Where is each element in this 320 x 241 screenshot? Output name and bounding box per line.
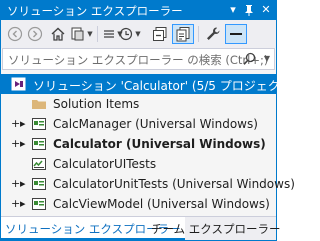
collapse-all-icon <box>153 27 167 41</box>
collapse-all-button[interactable] <box>150 24 170 44</box>
project-icon <box>32 138 46 150</box>
close-icon[interactable]: ✕ <box>258 2 274 18</box>
properties-button[interactable] <box>203 24 223 44</box>
home-button[interactable] <box>48 24 68 44</box>
tree-item-label: CalcViewModel (Universal Windows) <box>53 197 270 211</box>
preview-selected-item-button[interactable] <box>225 24 247 44</box>
tree-item-calculator[interactable]: + ▸ Calculator (Universal Windows) <box>1 134 276 154</box>
title-bar: ソリューション エクスプローラー ▾ ✕ <box>1 1 276 20</box>
switch-views-icon <box>71 27 84 41</box>
bottom-tab-strip: ソリューション エクスプローラー チーム エクスプローラー <box>1 216 280 240</box>
toolbar-separator <box>97 26 98 42</box>
window-position-dropdown-icon[interactable]: ▾ <box>225 2 241 18</box>
expand-arrow-icon[interactable]: ▸ <box>20 117 30 130</box>
history-button[interactable]: ▼ <box>118 24 142 44</box>
test-project-icon <box>32 158 46 170</box>
pin-icon[interactable] <box>241 2 257 18</box>
search-input[interactable]: ソリューション エクスプローラー の検索 (Ctrl+;) ▼ <box>2 48 275 70</box>
preview-selected-item-icon <box>230 33 242 35</box>
home-icon <box>51 27 65 41</box>
tree-item-label: CalculatorUnitTests (Universal Windows) <box>53 177 295 191</box>
search-icon <box>243 52 256 65</box>
chevron-down-icon: ▼ <box>87 30 93 38</box>
project-icon <box>32 178 46 190</box>
properties-wrench-icon <box>207 27 220 40</box>
solution-icon <box>11 77 26 91</box>
show-all-files-icon <box>176 27 190 42</box>
chevron-down-icon: ▼ <box>135 30 141 38</box>
expand-arrow-icon[interactable]: ▸ <box>20 137 30 150</box>
show-all-files-button[interactable] <box>172 24 194 44</box>
solution-explorer-window: ソリューション エクスプローラー ▾ ✕ ▼ ▼ ▼ ソリューション エクスプロ… <box>0 0 296 241</box>
search-placeholder: ソリューション エクスプローラー の検索 (Ctrl+;) <box>8 53 269 67</box>
toolbar-separator <box>198 26 199 42</box>
expand-arrow-icon[interactable]: ▸ <box>20 177 30 190</box>
history-clock-icon <box>120 27 133 41</box>
tree-item-label: ソリューション 'Calculator' (5/5 プロジェクト) <box>33 79 297 93</box>
window-title: ソリューション エクスプローラー <box>7 4 183 18</box>
tree-item-calculatoruitests[interactable]: CalculatorUITests <box>1 154 276 174</box>
toolbar: ▼ ▼ ▼ <box>1 20 276 48</box>
tree-item-solution[interactable]: ソリューション 'Calculator' (5/5 プロジェクト) <box>1 74 296 94</box>
project-icon <box>32 118 46 130</box>
back-arrow-icon <box>7 26 23 42</box>
solution-tree: ソリューション 'Calculator' (5/5 プロジェクト) Soluti… <box>1 72 296 214</box>
tree-item-label: CalcManager (Universal Windows) <box>53 117 258 131</box>
tree-item-solution-items[interactable]: Solution Items <box>1 94 276 114</box>
tree-item-calculatorunittests[interactable]: + ▸ CalculatorUnitTests (Universal Windo… <box>1 174 295 194</box>
tree-item-calcmanager[interactable]: + ▸ CalcManager (Universal Windows) <box>1 114 276 134</box>
switch-views-button[interactable]: ▼ <box>71 24 93 44</box>
back-button[interactable] <box>6 24 24 44</box>
forward-arrow-icon <box>27 26 43 42</box>
project-icon <box>32 198 46 210</box>
forward-button[interactable] <box>26 24 44 44</box>
tree-item-calcviewmodel[interactable]: + ▸ CalcViewModel (Universal Windows) <box>1 194 276 214</box>
tree-item-label: Solution Items <box>53 97 140 111</box>
search-options-dropdown-icon[interactable]: ▼ <box>264 54 270 63</box>
tab-team-explorer[interactable]: チーム エクスプローラー <box>147 217 284 240</box>
pending-changes-filter-icon <box>104 30 115 38</box>
tree-item-label: CalculatorUITests <box>53 157 157 171</box>
tree-item-label: Calculator (Universal Windows) <box>53 137 266 151</box>
expand-arrow-icon[interactable]: ▸ <box>20 197 30 210</box>
folder-icon <box>32 100 46 109</box>
